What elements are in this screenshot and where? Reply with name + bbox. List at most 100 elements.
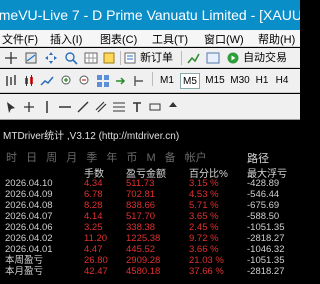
table-row: 2026.04.10 4.34 511.73 3.15 % -428.89 <box>0 179 300 189</box>
fibonacci-icon[interactable] <box>112 99 126 115</box>
zoom-in-icon[interactable] <box>60 73 74 89</box>
row-lots: 6.78 <box>84 189 103 200</box>
tab-account[interactable]: 帐户 <box>185 152 207 164</box>
table-row: 2026.04.07 4.14 517.70 3.65 % -588.50 <box>0 212 300 222</box>
text-tool-icon[interactable] <box>130 99 144 115</box>
row-maxdd: -2818.27 <box>247 233 285 244</box>
line-tool-icon[interactable] <box>24 50 38 66</box>
chart-shift-icon[interactable] <box>132 73 146 89</box>
menu-help[interactable]: 帮助(H) <box>258 31 295 46</box>
menu-file[interactable]: 文件(F) <box>2 31 38 46</box>
row-maxdd: -1051.35 <box>247 255 285 266</box>
row-maxdd: -1046.32 <box>247 244 285 255</box>
cross-icon[interactable] <box>22 99 36 115</box>
candlestick-icon[interactable] <box>22 73 36 89</box>
row-pnl: 838.66 <box>126 200 156 211</box>
timeframe-h4[interactable]: H4 <box>274 73 290 89</box>
timeframe-toolbar: M1 M5 M15 M30 H1 H4 <box>0 69 300 93</box>
table-row: 2026.04.09 6.78 702.81 4.53 % -546.44 <box>0 190 300 200</box>
menu-window[interactable]: 窗口(W) <box>204 31 244 46</box>
row-lots: 4.47 <box>84 244 103 255</box>
summary-row-month: 本月盈亏 42.47 4580.18 37.66 % -2818.27 <box>0 267 300 277</box>
timeframe-m5[interactable]: M5 <box>180 73 200 89</box>
tab-hour[interactable]: 时 <box>6 152 17 164</box>
row-pnl: 445.52 <box>126 244 156 255</box>
row-date: 2026.04.09 <box>5 189 53 200</box>
navigator-icon[interactable] <box>206 50 220 66</box>
tab-month[interactable]: 月 <box>66 152 77 164</box>
new-order-button[interactable]: 新订单 <box>123 50 173 66</box>
row-pnl: 2909.28 <box>126 255 161 266</box>
chart-bars-icon[interactable] <box>4 73 18 89</box>
row-pct: 21.03 % <box>189 255 224 266</box>
label-icon[interactable] <box>148 99 162 115</box>
tab-day[interactable]: 日 <box>26 152 37 164</box>
row-lots: 4.34 <box>84 178 103 189</box>
path-label[interactable]: 路径 <box>247 150 269 166</box>
arrow-shapes-icon[interactable] <box>166 99 180 115</box>
vertical-line-icon[interactable] <box>40 99 54 115</box>
timeframe-m15[interactable]: M15 <box>204 73 226 89</box>
trendline-icon[interactable] <box>76 99 90 115</box>
table-row: 2026.04.06 3.25 338.38 2.45 % -1051.35 <box>0 223 300 233</box>
arrow-icon[interactable] <box>4 99 18 115</box>
auto-trading-button[interactable]: 自动交易 <box>226 50 287 66</box>
row-lots: 11.20 <box>84 233 108 244</box>
window-title: rimeVU-Live 7 - D Prime Vanuatu Limited … <box>0 7 300 23</box>
tab-week[interactable]: 周 <box>46 152 57 164</box>
row-pct: 3.15 % <box>189 178 219 189</box>
tab-m[interactable]: M <box>146 152 155 164</box>
strategy-tester-icon[interactable] <box>186 50 200 66</box>
row-maxdd: -1051.35 <box>247 222 285 233</box>
menu-chart[interactable]: 图表(C) <box>100 31 137 46</box>
row-pct: 37.66 % <box>189 266 224 277</box>
timeframe-m1[interactable]: M1 <box>158 73 176 89</box>
crosshair-icon[interactable] <box>4 50 18 66</box>
tab-year[interactable]: 年 <box>106 152 117 164</box>
row-pct: 4.53 % <box>189 189 219 200</box>
row-pnl: 702.81 <box>126 189 156 200</box>
summary-row-week: 本周盈亏 26.80 2909.28 21.03 % -1051.35 <box>0 256 300 266</box>
row-pct: 5.71 % <box>189 200 219 211</box>
menu-tools[interactable]: 工具(T) <box>152 31 188 46</box>
tab-currency[interactable]: 币 <box>126 152 137 164</box>
timeframe-h1[interactable]: H1 <box>254 73 270 89</box>
drawing-toolbar <box>0 94 300 120</box>
row-pnl: 338.38 <box>126 222 156 233</box>
row-pct: 9.72 % <box>189 233 219 244</box>
auto-trading-label: 自动交易 <box>243 52 288 64</box>
window-title-bar[interactable]: rimeVU-Live 7 - D Prime Vanuatu Limited … <box>0 0 300 30</box>
row-maxdd: -428.89 <box>247 178 280 189</box>
row-pnl: 517.70 <box>126 211 156 222</box>
line-chart-icon[interactable] <box>40 73 54 89</box>
timeframe-m30[interactable]: M30 <box>229 73 251 89</box>
row-date: 2026.04.01 <box>5 244 53 255</box>
row-lots: 26.80 <box>84 255 108 266</box>
zoom-icon[interactable] <box>64 50 78 66</box>
tile-windows-icon[interactable] <box>96 73 110 89</box>
row-maxdd: -675.69 <box>247 200 280 211</box>
chart-area[interactable]: MTDriver统计 ,V3.12 (http://mtdriver.cn) 时… <box>0 121 300 284</box>
horizontal-line-icon[interactable] <box>58 99 72 115</box>
standard-toolbar: 新订单 自动交易 <box>0 48 300 68</box>
row-date: 2026.04.06 <box>5 222 53 233</box>
menu-insert[interactable]: 插入(I) <box>50 31 82 46</box>
row-maxdd: -2818.27 <box>247 266 285 277</box>
row-date: 2026.04.10 <box>5 178 53 189</box>
zoom-out-icon[interactable] <box>78 73 92 89</box>
row-pnl: 511.73 <box>126 178 155 189</box>
row-lots: 3.25 <box>84 222 103 233</box>
row-date: 本周盈亏 <box>5 255 44 266</box>
table-row: 2026.04.02 11.20 1225.38 9.72 % -2818.27 <box>0 234 300 244</box>
row-pct: 3.66 % <box>189 244 219 255</box>
autoscroll-icon[interactable] <box>114 73 128 89</box>
tab-notes[interactable]: 备 <box>165 152 176 164</box>
row-lots: 8.28 <box>84 200 103 211</box>
properties-icon[interactable] <box>102 50 116 66</box>
pan-icon[interactable] <box>44 50 58 66</box>
grid-icon[interactable] <box>84 50 98 66</box>
row-maxdd: -588.50 <box>247 211 280 222</box>
channel-icon[interactable] <box>94 99 108 115</box>
tab-quarter[interactable]: 季 <box>86 152 97 164</box>
row-date: 本月盈亏 <box>5 266 44 277</box>
